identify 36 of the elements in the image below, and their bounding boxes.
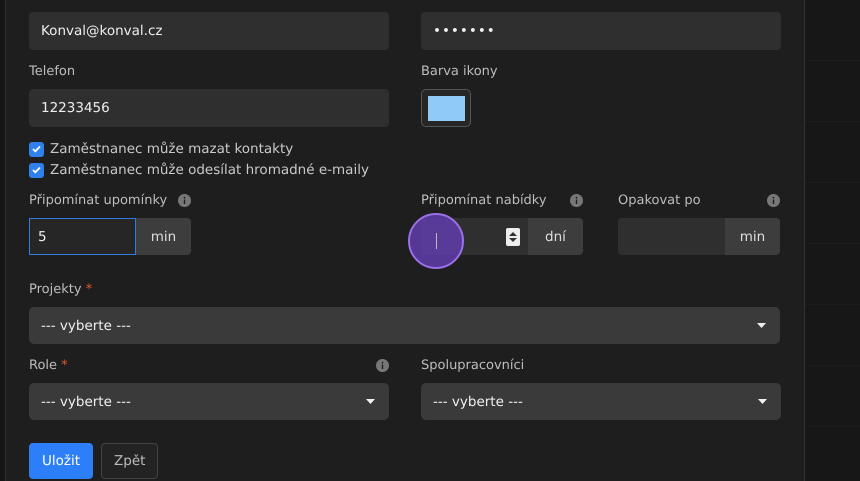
checkbox[interactable]	[29, 162, 44, 178]
field-label: Telefon	[29, 64, 76, 79]
field-label: Připomínat upomínky	[29, 193, 168, 208]
dropdown-caret-icon	[757, 323, 766, 328]
info-icon[interactable]	[178, 194, 191, 207]
save-button[interactable]: Uložit	[29, 443, 94, 479]
checkmark-icon	[32, 145, 41, 153]
field-label: Barva ikony	[421, 64, 498, 79]
select-dropdown[interactable]: --- vyberte ---	[29, 307, 780, 344]
color-picker[interactable]	[421, 89, 471, 127]
checkbox[interactable]	[29, 142, 44, 156]
dropdown-caret-icon	[366, 399, 375, 404]
number-field[interactable]	[618, 218, 725, 255]
dropdown-caret-icon	[758, 399, 767, 404]
field-label: Role *	[29, 358, 68, 373]
field-label: Opakovat po	[618, 193, 701, 208]
checkmark-icon	[32, 166, 41, 174]
info-icon[interactable]	[570, 194, 583, 207]
info-icon[interactable]	[767, 194, 780, 207]
unit-label: dní	[528, 218, 583, 255]
checkbox-label: Zaměstnanec může odesílat hromadné e-maily	[50, 162, 369, 178]
select-dropdown[interactable]: --- vyberte ---	[421, 383, 781, 420]
spinner-icon[interactable]	[506, 228, 520, 246]
field-label: Připomínat nabídky	[421, 193, 547, 208]
password-field[interactable]: •••••••	[421, 12, 781, 50]
unit-label: min	[725, 218, 780, 255]
back-button[interactable]: Zpět	[101, 443, 158, 479]
unit-label: min	[136, 218, 191, 255]
number-field[interactable]: 5	[29, 218, 136, 255]
field-label: Projekty *	[29, 282, 92, 297]
email-field[interactable]: Konval@konval.cz	[29, 12, 389, 50]
select-dropdown[interactable]: --- vyberte ---	[29, 383, 389, 420]
phone-field[interactable]: 12233456	[29, 89, 389, 127]
checkbox-label: Zaměstnanec může mazat kontakty	[50, 141, 294, 157]
info-icon[interactable]	[376, 359, 389, 372]
field-label: Spolupracovníci	[421, 358, 524, 373]
